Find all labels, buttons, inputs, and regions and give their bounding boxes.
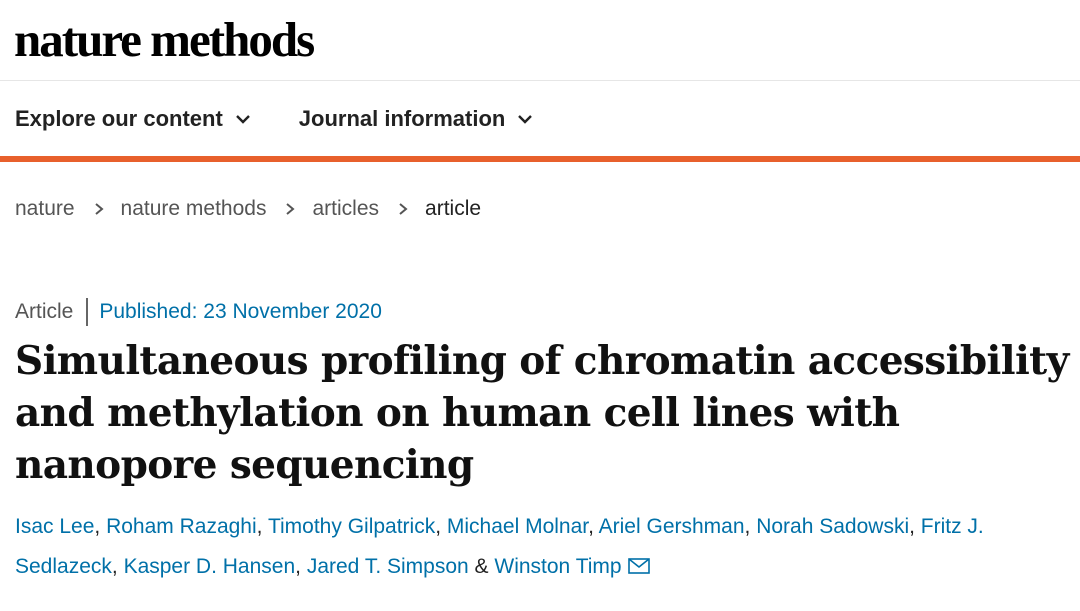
author-link[interactable]: Timothy Gilpatrick	[268, 515, 435, 538]
main-nav: Explore our content Journal information	[0, 81, 1080, 162]
author-separator: ,	[256, 515, 268, 538]
article-type: Article	[15, 300, 74, 323]
meta-divider	[86, 298, 89, 326]
breadcrumb-nature-methods[interactable]: nature methods	[121, 197, 267, 221]
author-link[interactable]: Michael Molnar	[447, 515, 588, 538]
author-link[interactable]: Winston Timp	[494, 555, 621, 578]
chevron-down-icon	[518, 114, 533, 124]
chevron-right-icon	[94, 203, 104, 215]
author-list: Isac Lee, Roham Razaghi, Timothy Gilpatr…	[15, 507, 1065, 587]
author-separator: ,	[744, 515, 757, 538]
author-separator: ,	[295, 555, 307, 578]
author-link[interactable]: Kasper D. Hansen	[124, 555, 296, 578]
author-link[interactable]: Norah Sadowski	[756, 515, 909, 538]
author-link[interactable]: Roham Razaghi	[106, 515, 257, 538]
breadcrumb-nature[interactable]: nature	[15, 197, 75, 221]
author-link[interactable]: Jared T. Simpson	[307, 555, 469, 578]
chevron-right-icon	[399, 203, 408, 215]
author-separator: ,	[909, 515, 921, 538]
author-link[interactable]: Ariel Gershman	[599, 515, 745, 538]
chevron-right-icon	[286, 203, 296, 215]
author-separator: ,	[435, 515, 447, 538]
article-meta: Article Published: 23 November 2020	[0, 298, 1080, 326]
author-separator: ,	[111, 555, 124, 578]
nav-explore-content[interactable]: Explore our content	[15, 106, 251, 132]
breadcrumb-articles[interactable]: articles	[312, 197, 379, 221]
author-final-separator: &	[468, 555, 495, 578]
breadcrumb-article: article	[425, 197, 482, 220]
nav-journal-information[interactable]: Journal information	[299, 106, 534, 132]
published-date: Published: 23 November 2020	[99, 300, 382, 323]
nav-item-label: Journal information	[298, 105, 506, 131]
author-separator: ,	[94, 515, 107, 538]
chevron-down-icon	[235, 114, 250, 124]
author-separator: ,	[588, 515, 599, 538]
article-title: Simultaneous profiling of chromatin acce…	[15, 338, 1069, 488]
envelope-icon[interactable]	[627, 558, 650, 574]
breadcrumb: nature nature methods articles article	[0, 194, 1080, 224]
site-logo[interactable]: nature methods	[14, 15, 315, 64]
site-header: nature methods	[0, 0, 1080, 81]
author-link[interactable]: Isac Lee	[15, 515, 94, 538]
nav-item-label: Explore our content	[15, 105, 223, 131]
